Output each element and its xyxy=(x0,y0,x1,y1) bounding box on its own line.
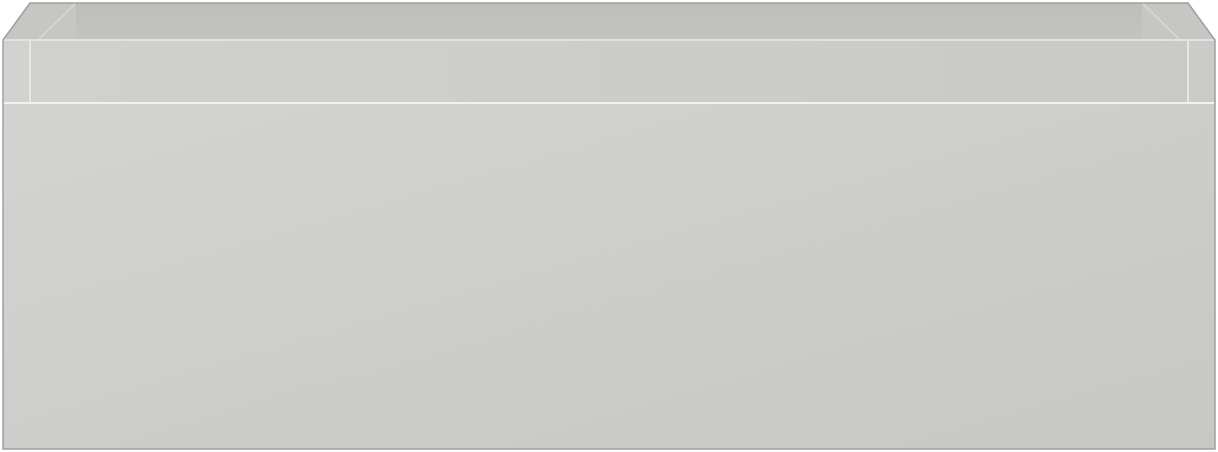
inner-right-wall xyxy=(1142,3,1215,40)
inner-left-wall xyxy=(3,3,76,40)
inner-back-wall xyxy=(76,3,1142,40)
rim-right-post xyxy=(1188,40,1215,102)
drawer-box-icon xyxy=(2,2,1216,450)
rim-band xyxy=(3,40,1215,102)
drawer-product-image xyxy=(0,0,1218,452)
rim-left-post xyxy=(3,40,30,102)
front-panel xyxy=(3,103,1215,449)
drawer-interior xyxy=(3,2,1215,41)
drawer-rim xyxy=(3,39,1215,102)
drawer-front xyxy=(3,102,1215,449)
